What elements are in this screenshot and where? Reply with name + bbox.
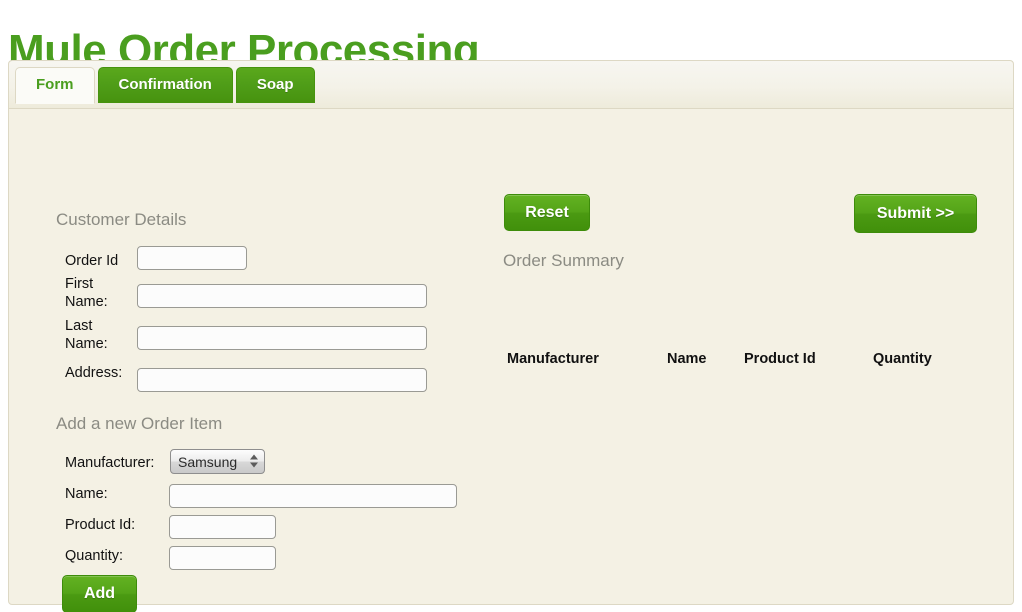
column-header-manufacturer: Manufacturer: [507, 351, 599, 367]
manufacturer-select[interactable]: Samsung: [170, 449, 265, 474]
item-name-label: Name:: [65, 486, 108, 502]
column-header-product-id: Product Id: [744, 351, 816, 367]
item-name-input[interactable]: [169, 484, 457, 508]
column-header-quantity: Quantity: [873, 351, 932, 367]
product-id-label: Product Id:: [65, 517, 136, 533]
product-id-input[interactable]: [169, 515, 276, 539]
column-header-name: Name: [667, 351, 707, 367]
tab-soap[interactable]: Soap: [235, 67, 315, 103]
quantity-input[interactable]: [169, 546, 276, 570]
order-id-label: Order Id: [65, 253, 119, 269]
order-item-heading: Add a new Order Item: [56, 414, 223, 433]
last-name-input[interactable]: [137, 326, 427, 350]
customer-details-heading: Customer Details: [56, 210, 187, 229]
order-summary-heading: Order Summary: [503, 251, 624, 270]
reset-button[interactable]: Reset: [504, 194, 590, 231]
last-name-label: Last Name:: [65, 318, 108, 352]
tab-bar: Form Confirmation Soap: [9, 61, 1013, 109]
order-summary-table: Manufacturer Name Product Id Quantity: [507, 351, 977, 367]
tab-confirmation[interactable]: Confirmation: [97, 67, 233, 103]
manufacturer-select-wrap: Samsung: [170, 449, 265, 474]
manufacturer-label: Manufacturer:: [65, 455, 155, 471]
submit-button[interactable]: Submit >>: [854, 194, 977, 233]
tab-form[interactable]: Form: [15, 67, 95, 104]
first-name-label: First Name:: [65, 276, 108, 310]
address-label: Address:: [65, 365, 123, 381]
first-name-input[interactable]: [137, 284, 427, 308]
order-id-input[interactable]: [137, 246, 247, 270]
quantity-label: Quantity:: [65, 548, 124, 564]
tab-panel: Form Confirmation Soap Customer Details Or…: [8, 60, 1014, 612]
table-header-row: Manufacturer Name Product Id Quantity: [507, 351, 977, 367]
address-input[interactable]: [137, 368, 427, 392]
tab-panel-form: Customer Details Order Id First Name: La…: [9, 109, 1013, 612]
add-button[interactable]: Add: [62, 575, 137, 612]
app-root: Mule Order Processing Form Confirmation So…: [0, 0, 1022, 612]
